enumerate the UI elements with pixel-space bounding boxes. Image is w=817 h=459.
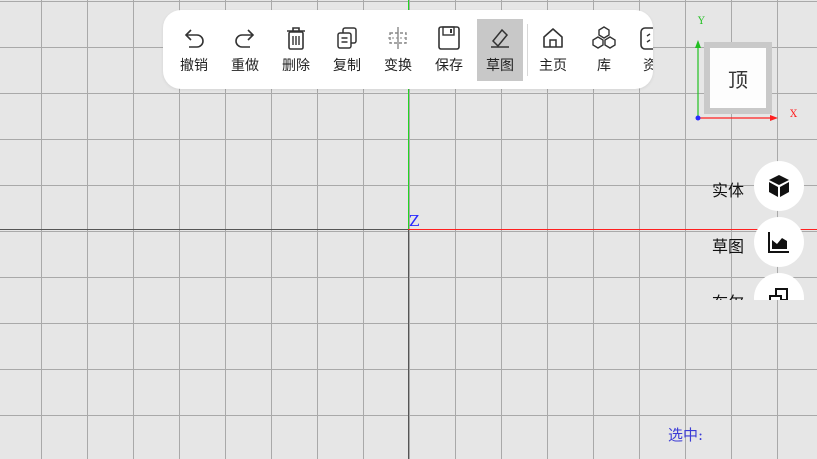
side-item-boolean-button[interactable] bbox=[754, 273, 804, 300]
copy-label: 复制 bbox=[333, 58, 361, 74]
selection-status: 选中: bbox=[668, 426, 704, 444]
transform-button[interactable]: 变换 bbox=[375, 19, 421, 81]
toolbar-divider bbox=[527, 24, 528, 76]
undo-icon bbox=[184, 29, 204, 48]
sketch-label: 草图 bbox=[486, 58, 514, 74]
resource-button[interactable]: 资 bbox=[627, 19, 653, 81]
solid-cube-icon bbox=[769, 175, 789, 197]
resource-icon bbox=[640, 27, 653, 50]
side-item-sketch[interactable]: 草图 bbox=[700, 217, 817, 267]
side-item-boolean-label: 布尔 bbox=[712, 289, 744, 300]
redo-button[interactable]: 重做 bbox=[222, 19, 268, 81]
main-toolbar: 撤销 重做 删除 复制 变换 保存 草图 主页 库 资 bbox=[163, 10, 653, 89]
sketch-chart-icon bbox=[768, 232, 789, 253]
copy-button[interactable]: 复制 bbox=[324, 19, 370, 81]
side-panel: 实体 草图 布尔 bbox=[700, 0, 817, 300]
side-item-solid-label: 实体 bbox=[712, 181, 745, 200]
undo-label: 撤销 bbox=[180, 58, 208, 74]
copy-icon bbox=[337, 27, 357, 49]
boolean-icon bbox=[769, 288, 788, 300]
sketch-pen-icon bbox=[491, 28, 509, 48]
side-item-boolean[interactable]: 布尔 bbox=[700, 273, 817, 300]
delete-button[interactable]: 删除 bbox=[273, 19, 319, 81]
origin-z-label: Z bbox=[409, 212, 420, 230]
resource-label: 资 bbox=[643, 58, 653, 74]
library-label: 库 bbox=[597, 58, 611, 74]
transform-icon bbox=[388, 27, 408, 49]
home-label: 主页 bbox=[539, 58, 567, 74]
redo-label: 重做 bbox=[231, 58, 259, 74]
transform-label: 变换 bbox=[384, 58, 412, 74]
sketch-button[interactable]: 草图 bbox=[477, 19, 523, 81]
save-button[interactable]: 保存 bbox=[426, 19, 472, 81]
home-button[interactable]: 主页 bbox=[530, 19, 576, 81]
undo-button[interactable]: 撤销 bbox=[171, 19, 217, 81]
delete-label: 删除 bbox=[282, 58, 310, 74]
side-item-solid-button[interactable] bbox=[754, 161, 804, 211]
save-icon bbox=[438, 26, 460, 50]
side-item-solid[interactable]: 实体 bbox=[700, 161, 817, 211]
y-axis-negative bbox=[408, 230, 409, 459]
trash-icon bbox=[287, 27, 305, 50]
save-label: 保存 bbox=[435, 58, 463, 74]
home-icon bbox=[543, 28, 563, 48]
side-item-sketch-label: 草图 bbox=[712, 237, 745, 256]
x-axis-negative bbox=[0, 229, 408, 230]
library-button[interactable]: 库 bbox=[581, 19, 627, 81]
side-item-sketch-button[interactable] bbox=[754, 217, 804, 267]
library-cubes-icon bbox=[592, 26, 616, 49]
redo-icon bbox=[235, 29, 255, 48]
